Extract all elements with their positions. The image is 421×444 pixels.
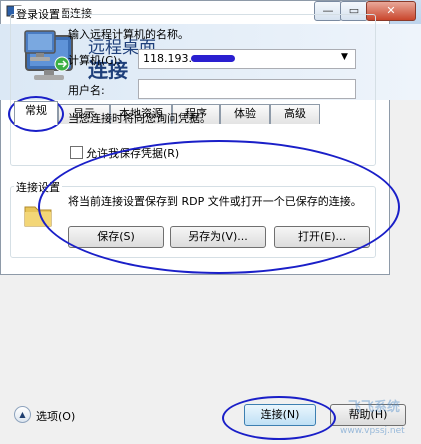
computer-icon (24, 30, 56, 61)
open-button[interactable]: 打开(E)... (274, 226, 370, 248)
credentials-note: 当您连接时将向您询问凭据。 (68, 112, 211, 125)
save-as-label: 另存为(V)... (188, 230, 248, 243)
tab-label: 常规 (25, 104, 47, 117)
computer-combobox[interactable]: 118.193. ▼ (138, 49, 356, 69)
remote-desktop-window: 远程桌面连接 — ▭ ✕ 远程桌面 连接 常规 显示 本地资源 程序 体验 高级… (0, 0, 421, 444)
redacted-mark (191, 55, 235, 62)
computer-label: 计算机(C): (68, 54, 121, 67)
login-settings-label: 登录设置 (14, 6, 62, 22)
options-label[interactable]: 选项(O) (36, 408, 75, 424)
chevron-down-icon[interactable]: ▼ (341, 52, 348, 62)
save-label: 保存(S) (97, 230, 135, 243)
watermark-url: www.vpssj.net (340, 426, 405, 436)
tab-general[interactable]: 常规 (14, 101, 58, 125)
chevron-up-icon[interactable]: ▲ (14, 406, 31, 423)
folder-icon (24, 206, 52, 227)
username-input[interactable] (138, 79, 356, 99)
open-label: 打开(E)... (297, 230, 347, 243)
connection-settings-label: 连接设置 (14, 179, 62, 195)
instruction-text: 输入远程计算机的名称。 (68, 28, 189, 41)
computer-value: 118.193. (143, 52, 192, 65)
connect-label: 连接(N) (260, 408, 300, 421)
username-label: 用户名: (68, 84, 105, 97)
allow-save-label[interactable]: 允许我保存凭据(R) (86, 145, 179, 161)
tab-panel-general: 登录设置 输入远程计算机的名称。 计算机(C): 118.193. ▼ 用户名:… (0, 0, 390, 275)
save-as-button[interactable]: 另存为(V)... (170, 226, 266, 248)
connect-button[interactable]: 连接(N) (244, 404, 316, 426)
save-button[interactable]: 保存(S) (68, 226, 164, 248)
allow-save-checkbox[interactable] (70, 146, 83, 159)
watermark-text: 飞飞系统 (348, 400, 401, 415)
connection-description: 将当前连接设置保存到 RDP 文件或打开一个已保存的连接。 (68, 195, 362, 208)
